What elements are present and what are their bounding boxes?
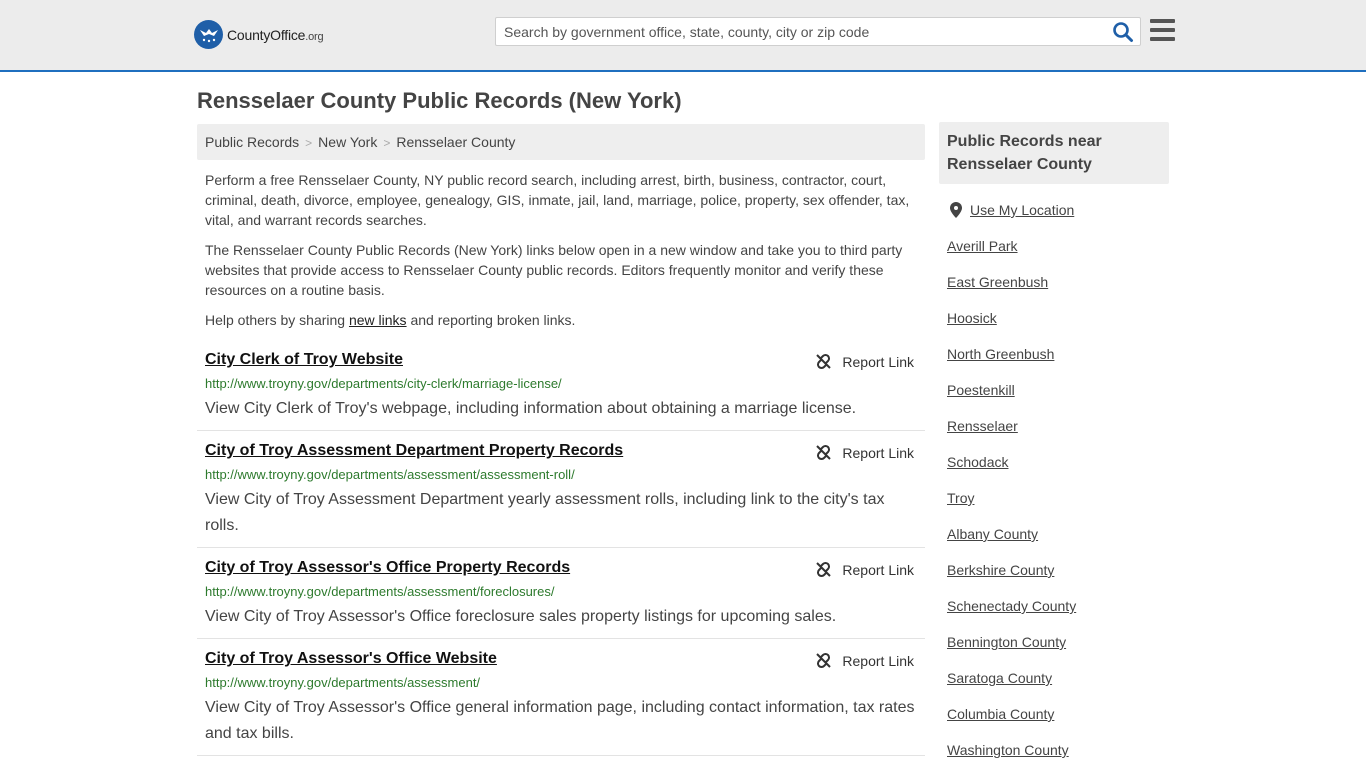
sidebar-heading: Public Records near Rensselaer County [939,122,1169,184]
sidebar-link[interactable]: Albany County [947,526,1038,542]
broken-link-icon [816,561,832,578]
record-item: City of Troy Assessment Department Prope… [197,442,925,548]
sidebar-link[interactable]: Troy [947,490,974,506]
sidebar-link[interactable]: Poestenkill [947,382,1015,398]
record-url: http://www.troyny.gov/departments/assess… [205,467,575,482]
use-my-location-link[interactable]: Use My Location [950,202,1074,218]
record-url: http://www.troyny.gov/departments/city-c… [205,376,562,391]
breadcrumb: Public Records > New York > Rensselaer Count… [197,124,925,160]
logo-wordmark: CountyOffice.org [227,26,324,43]
sidebar-link[interactable]: Rensselaer [947,418,1018,434]
intro-paragraph-2: The Rensselaer County Public Records (Ne… [205,242,903,298]
sidebar-link[interactable]: Washington County [947,742,1069,758]
report-link-button[interactable]: Report Link [815,561,914,578]
record-description: View City Clerk of Troy's webpage, inclu… [205,400,857,417]
report-link-button[interactable]: Report Link [815,353,914,370]
breadcrumb-public-records[interactable]: Public Records [205,134,299,150]
report-link-button[interactable]: Report Link [815,652,914,669]
sidebar-link[interactable]: Columbia County [947,706,1054,722]
intro-paragraph-3: Help others by sharing new links and rep… [205,312,576,328]
site-logo[interactable]: CountyOffice.org [194,20,324,49]
sidebar-link[interactable]: Schenectady County [947,598,1076,614]
record-item: City of Troy Assessor's Office Website R… [197,650,925,756]
sidebar-link[interactable]: Hoosick [947,310,997,326]
report-link-button[interactable]: Report Link [815,444,914,461]
broken-link-icon [816,652,832,669]
eagle-logo-icon [194,20,223,49]
record-description: View City of Troy Assessor's Office fore… [205,608,837,625]
record-item: City Clerk of Troy Website Report Link h… [197,351,925,431]
intro-paragraph-1: Perform a free Rensselaer County, NY pub… [205,172,910,228]
sidebar-link[interactable]: Schodack [947,454,1008,470]
record-url: http://www.troyny.gov/departments/assess… [205,584,555,599]
record-description: View City of Troy Assessment Department … [205,491,885,534]
page-title: Rensselaer County Public Records (New Yo… [197,88,682,113]
record-title-link[interactable]: City of Troy Assessment Department Prope… [205,442,623,460]
sidebar-link[interactable]: North Greenbush [947,346,1054,362]
record-item: City of Troy Assessor's Office Property … [197,559,925,639]
record-title-link[interactable]: City Clerk of Troy Website [205,351,403,369]
sidebar-link[interactable]: Berkshire County [947,562,1054,578]
record-title-link[interactable]: City of Troy Assessor's Office Property … [205,559,570,577]
hamburger-menu-icon[interactable] [1150,19,1175,41]
record-description: View City of Troy Assessor's Office gene… [205,699,915,742]
record-url: http://www.troyny.gov/departments/assess… [205,675,481,690]
chevron-right-icon: > [305,136,313,150]
broken-link-icon [816,353,832,370]
sidebar-link[interactable]: Bennington County [947,634,1066,650]
search-icon[interactable] [1112,21,1134,43]
sidebar-link[interactable]: Saratoga County [947,670,1052,686]
site-header: CountyOffice.org [0,0,1366,72]
sidebar-link[interactable]: Averill Park [947,238,1018,254]
record-title-link[interactable]: City of Troy Assessor's Office Website [205,650,497,668]
breadcrumb-current: Rensselaer County [396,134,516,150]
chevron-right-icon: > [383,136,391,150]
broken-link-icon [816,444,832,461]
search-box [495,17,1141,46]
new-links-link[interactable]: new links [349,312,407,328]
breadcrumb-new-york[interactable]: New York [318,134,377,150]
sidebar-link[interactable]: East Greenbush [947,274,1048,290]
map-pin-icon [950,202,962,218]
search-input[interactable] [496,18,1096,45]
